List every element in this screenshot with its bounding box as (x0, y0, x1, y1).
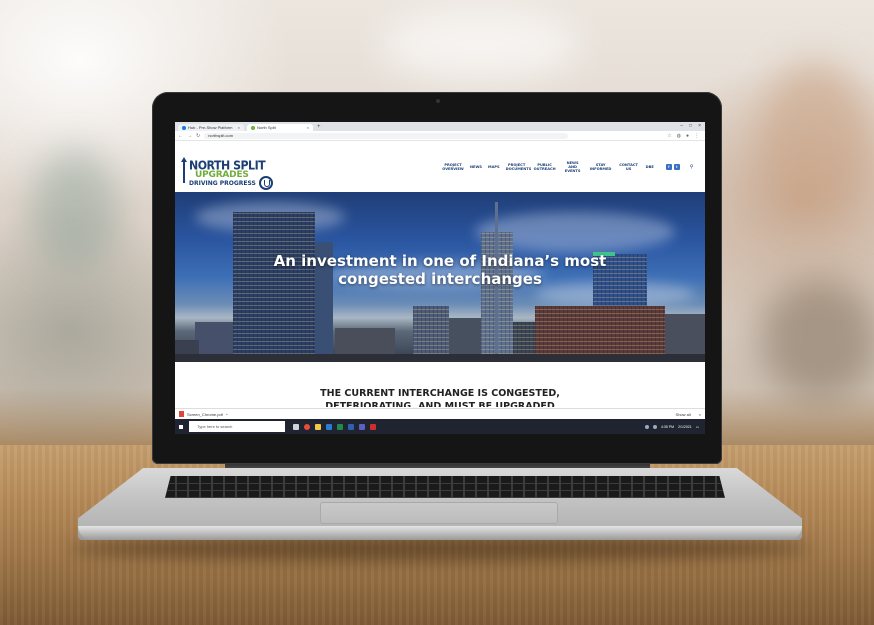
close-tab-icon[interactable]: × (307, 125, 309, 130)
laptop-screen: Hub - Pre-Show Platform × North Split × … (175, 122, 705, 434)
windows-icon (178, 423, 184, 430)
star-icon[interactable]: ☆ (667, 133, 671, 139)
close-tab-icon[interactable]: × (238, 125, 240, 130)
up-arrow-icon (181, 157, 187, 183)
download-filename: Screen_Chrome.pdf (187, 411, 223, 417)
extension-icon[interactable]: ◍ (677, 133, 681, 139)
facebook-icon[interactable]: f (665, 164, 672, 170)
hero-banner: An investment in one of Indiana’s most c… (175, 192, 705, 362)
teams-icon[interactable] (359, 423, 365, 430)
logo-line-3: DRIVING PROGRESS (189, 180, 256, 187)
reload-icon[interactable]: ↻ (196, 133, 200, 139)
clock-date[interactable]: 2/1/2021 (678, 425, 692, 429)
chevron-up-icon[interactable]: ^ (226, 412, 228, 417)
menu-icon[interactable]: ⋮ (694, 133, 699, 139)
address-bar: ← → ↻ northsplit.com ☆ ◍ ● ⋮ (175, 131, 705, 141)
webcam (436, 99, 440, 103)
section-heading: THE CURRENT INTERCHANGE IS CONGESTED, (320, 388, 560, 399)
nav-item[interactable]: MAPS (488, 165, 500, 169)
twitter-icon[interactable]: t (673, 164, 680, 170)
excel-icon[interactable] (337, 423, 343, 430)
nav-item[interactable]: PROJECT OVERVIEW (442, 163, 464, 171)
chrome-icon[interactable] (304, 423, 310, 430)
taskbar-apps (293, 423, 376, 430)
hero-headline: An investment in one of Indiana’s most c… (273, 252, 607, 288)
notification-icon[interactable]: ▭ (696, 425, 699, 429)
laptop-front-edge (78, 526, 802, 540)
nav-item[interactable]: DBE (646, 165, 654, 169)
url-field[interactable]: northsplit.com (204, 132, 569, 139)
tab-label: North Split (257, 125, 276, 130)
nav-item[interactable]: STAY INFORMED (590, 163, 612, 171)
tab-favicon-icon (251, 125, 255, 130)
laptop-trackpad (320, 502, 558, 524)
profile-icon[interactable]: ● (686, 133, 689, 139)
volume-icon[interactable] (653, 424, 658, 429)
word-icon[interactable] (348, 423, 354, 430)
close-window-button[interactable]: × (698, 122, 701, 131)
maximize-button[interactable]: □ (689, 122, 692, 131)
laptop-keyboard (165, 476, 725, 498)
main-nav: PROJECT OVERVIEW NEWS MAPS PROJECT DOCUM… (442, 154, 693, 180)
minimize-button[interactable]: – (680, 122, 683, 131)
back-icon[interactable]: ← (178, 133, 183, 139)
nav-item[interactable]: NEWS (470, 165, 482, 169)
network-icon[interactable] (645, 424, 650, 429)
task-view-icon[interactable] (293, 423, 299, 430)
acrobat-icon[interactable] (370, 423, 376, 430)
outlook-icon[interactable] (326, 423, 332, 430)
nav-item[interactable]: CONTACT US (618, 163, 640, 171)
content-section: THE CURRENT INTERCHANGE IS CONGESTED, DE… (175, 362, 705, 412)
system-tray: 4:35 PM 2/1/2021 ▭ (645, 424, 705, 429)
clock-time[interactable]: 4:35 PM (661, 425, 674, 429)
indot-seal-icon (259, 176, 273, 190)
street-level (175, 354, 705, 362)
nav-item[interactable]: PROJECT DOCUMENTS (506, 163, 532, 171)
forward-icon[interactable]: → (187, 133, 192, 139)
tab-label: Hub - Pre-Show Platform (188, 125, 233, 130)
show-all-button[interactable]: Show all (676, 412, 691, 417)
download-bar: Screen_Chrome.pdf ^ Show all × (175, 408, 705, 419)
pdf-icon (179, 411, 184, 417)
windows-taskbar: Type here to search 4:35 PM 2/1/2021 ▭ (175, 419, 705, 434)
start-button[interactable] (175, 419, 187, 434)
north-split-logo[interactable]: NORTH SPLIT UPGRADES DRIVING PROGRESS (181, 157, 273, 191)
nav-item[interactable]: PUBLIC OUTREACH (534, 163, 556, 171)
section-subheading: DETERIORATING, AND MUST BE UPGRADED (325, 401, 555, 407)
new-tab-button[interactable]: + (317, 124, 321, 131)
browser-tab[interactable]: Hub - Pre-Show Platform × (178, 124, 244, 131)
site-header: NORTH SPLIT UPGRADES DRIVING PROGRESS PR… (175, 141, 705, 192)
nav-item[interactable]: NEWS AND EVENTS (562, 161, 584, 173)
taskbar-search[interactable]: Type here to search (189, 421, 285, 432)
browser-tab-active[interactable]: North Split × (247, 124, 313, 131)
file-explorer-icon[interactable] (315, 423, 321, 430)
tab-favicon-icon (182, 125, 186, 130)
logo-line-2: UPGRADES (195, 170, 249, 180)
download-item[interactable]: Screen_Chrome.pdf ^ (179, 411, 228, 417)
close-icon[interactable]: × (699, 412, 701, 417)
browser-tab-bar: Hub - Pre-Show Platform × North Split × … (175, 122, 705, 131)
search-icon[interactable]: ⚲ (690, 164, 694, 170)
